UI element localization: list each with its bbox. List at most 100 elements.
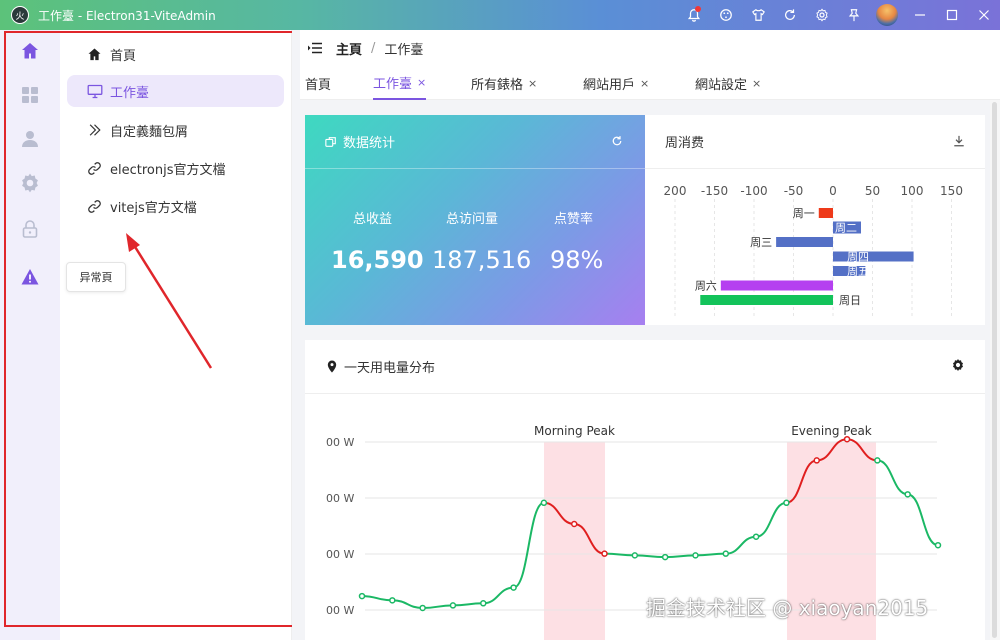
annotation-highlight-box (4, 31, 300, 627)
power-line-point (692, 552, 699, 559)
tab-site-settings[interactable]: 網站設定 × (695, 66, 761, 100)
power-line-point (752, 533, 760, 540)
stat-value-like-rate: 98% (550, 246, 604, 274)
palette-icon[interactable] (710, 0, 742, 30)
power-line-point (510, 584, 517, 591)
power-line-segment (877, 459, 939, 547)
weekly-spend-card: 周消费 200 -150 -100 -50 0 50 100 150 周一 周二 周三 周四 周五 周六周… (645, 115, 985, 325)
power-line-point (631, 552, 639, 559)
bar-5 (720, 280, 833, 291)
tab-workbench[interactable]: 工作臺 × (373, 66, 427, 100)
power-line-segment (604, 501, 787, 559)
bar-3 (833, 251, 914, 262)
bar-0 (818, 208, 833, 218)
bar-x-tick-label: 0 (829, 184, 837, 198)
bar-x-tick-label: 200 (664, 184, 687, 198)
power-line-point (601, 550, 608, 557)
power-line-point (661, 553, 669, 561)
line-y-tick-label: 00 W (326, 492, 354, 505)
stat-label: 总访问量 (446, 212, 499, 227)
power-line-point (480, 600, 487, 607)
stat-value-revenue: 16,590 (331, 246, 424, 274)
content-header: 主頁 / 工作臺 (300, 30, 1000, 66)
refresh-icon[interactable] (611, 135, 623, 151)
line-y-tick-label: 00 W (326, 548, 354, 561)
copy-icon (325, 136, 337, 148)
bar-category-label: 周五 (847, 265, 869, 278)
power-line-point (358, 592, 366, 600)
breadcrumb-current: 工作臺 (384, 42, 424, 58)
power-line-point (722, 550, 730, 557)
bar-category-label: 周一 (793, 207, 815, 220)
bar-2 (776, 237, 833, 247)
bar-category-label: 周三 (750, 236, 772, 249)
tab-label: 首頁 (305, 77, 332, 93)
tab-all-tables[interactable]: 所有錶格 × (471, 66, 537, 100)
power-line-point (813, 457, 820, 464)
gear-icon[interactable] (951, 358, 965, 376)
bar-x-tick-label: -150 (701, 184, 728, 198)
avatar[interactable] (876, 4, 898, 26)
scrollbar-thumb[interactable] (992, 102, 997, 638)
app-logo: 火 (11, 6, 29, 24)
minimize-icon[interactable] (904, 0, 936, 30)
power-line-segment (361, 501, 545, 609)
menu-toggle-icon[interactable] (308, 39, 322, 58)
shirt-icon[interactable] (742, 0, 774, 30)
bell-icon[interactable] (678, 0, 710, 30)
tab-home[interactable]: 首頁 (305, 66, 331, 100)
tab-label: 所有錶格 (471, 77, 524, 93)
window-titlebar: 火 工作臺 - Electron31-ViteAdmin (0, 0, 1000, 30)
power-card-title: 一天用电量分布 (344, 361, 436, 376)
power-card-header: 一天用电量分布 (305, 340, 985, 394)
tab-label: 網站用戶 (583, 77, 636, 93)
pin-icon[interactable] (838, 0, 870, 30)
weekly-bar-chart: 200 -150 -100 -50 0 50 100 150 周一周二周三周四周五周六周日 (664, 184, 963, 319)
peak-band-label: Evening Peak (791, 424, 872, 438)
page-tabs: 首頁 工作臺 × 所有錶格 × 網站用戶 × 網站設定 × (300, 66, 1000, 100)
bar-x-tick-label: -50 (784, 184, 804, 198)
tab-close-icon[interactable]: × (640, 77, 649, 90)
stat-label: 总收益 (353, 212, 393, 227)
breadcrumb-root[interactable]: 主頁 (336, 39, 362, 58)
power-line-point (449, 602, 457, 609)
bar-category-label: 周日 (839, 294, 861, 307)
settings-icon[interactable] (806, 0, 838, 30)
window-title: 工作臺 - Electron31-ViteAdmin (38, 8, 216, 23)
power-line-point (783, 499, 790, 507)
bar-6 (700, 295, 833, 305)
close-window-icon[interactable] (968, 0, 1000, 30)
peak-band-label: Morning Peak (534, 424, 615, 438)
tab-label: 網站設定 (695, 77, 748, 93)
power-line-point (934, 541, 942, 549)
watermark: 掘金技术社区 @ xiaoyan2015 (646, 596, 929, 620)
maximize-icon[interactable] (936, 0, 968, 30)
power-line-point (419, 604, 426, 612)
tab-close-icon[interactable]: × (752, 77, 761, 90)
tab-close-icon[interactable]: × (528, 77, 537, 90)
power-line-point (843, 435, 851, 443)
line-y-tick-label: 00 W (326, 436, 354, 449)
tab-site-users[interactable]: 網站用戶 × (583, 66, 649, 100)
bar-category-label: 周六 (695, 280, 717, 293)
weekly-card-header: 周消费 (645, 115, 985, 169)
tab-close-icon[interactable]: × (417, 76, 426, 89)
stat-value-visits: 187,516 (432, 246, 532, 274)
line-y-tick-label: 00 W (326, 604, 354, 617)
bar-x-tick-label: 50 (865, 184, 880, 198)
app-logo-text: 火 (15, 11, 25, 22)
bar-x-tick-label: -100 (740, 184, 767, 198)
power-line-point (389, 597, 396, 604)
refresh-icon[interactable] (774, 0, 806, 30)
workbench-content: 数据统计 总收益 总访问量 点赞率 16,590 187,516 98% 周消费… (300, 100, 1000, 640)
weekly-card-title: 周消费 (665, 136, 705, 151)
stats-card-header: 数据统计 (305, 115, 645, 169)
notification-dot (695, 6, 701, 12)
power-line-point (570, 520, 578, 528)
stats-card: 数据统计 总收益 总访问量 点赞率 16,590 187,516 98% (305, 115, 645, 325)
pin-location-icon (327, 360, 337, 373)
download-icon[interactable] (953, 135, 965, 151)
bar-category-label: 周四 (847, 251, 869, 264)
content-scrollbar[interactable] (990, 100, 1000, 640)
bar-category-label: 周二 (835, 222, 857, 235)
